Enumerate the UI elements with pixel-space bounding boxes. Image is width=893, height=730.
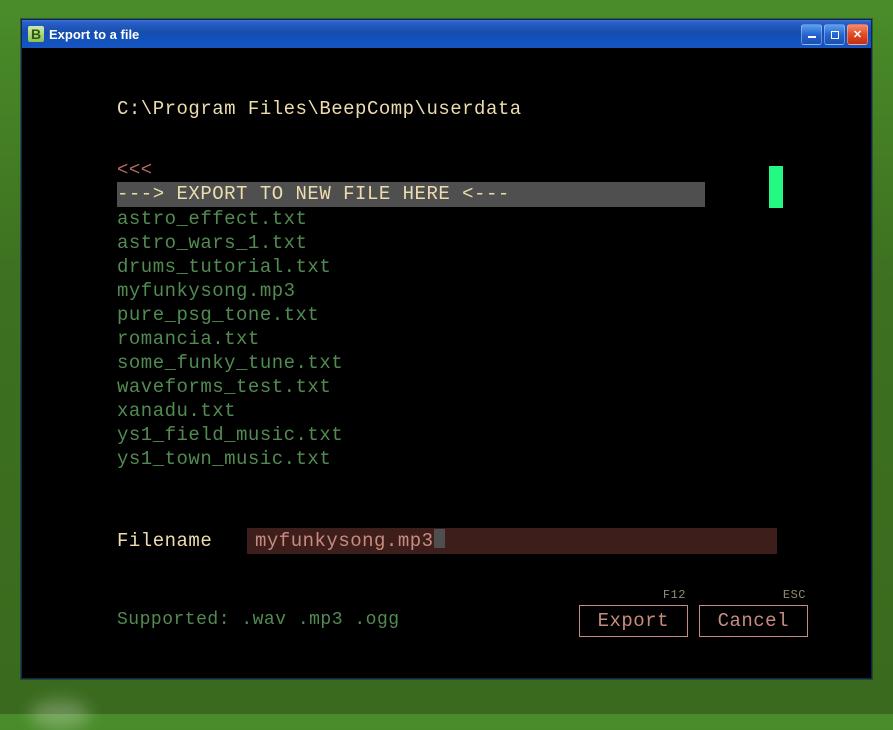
minimize-button[interactable] <box>801 24 822 45</box>
new-export-here-row[interactable]: ---> EXPORT TO NEW FILE HERE <--- <box>117 182 705 207</box>
minimize-icon <box>808 36 816 38</box>
file-row[interactable]: pure_psg_tone.txt <box>117 303 778 327</box>
cancel-button[interactable]: Cancel <box>699 605 808 637</box>
filename-label: Filename <box>117 530 247 552</box>
window-title: Export to a file <box>49 27 801 42</box>
supported-formats: Supported: .wav .mp3 .ogg <box>117 610 400 630</box>
file-row[interactable]: waveforms_test.txt <box>117 375 778 399</box>
cancel-shortcut-hint: ESC <box>783 588 806 602</box>
titlebar[interactable]: B Export to a file ✕ <box>22 20 871 48</box>
file-row[interactable]: myfunkysong.mp3 <box>117 279 778 303</box>
parent-directory-row[interactable]: <<< <box>117 158 778 182</box>
client-area: C:\Program Files\BeepComp\userdata <<< -… <box>25 48 868 675</box>
file-row[interactable]: ys1_field_music.txt <box>117 423 778 447</box>
file-row[interactable]: ys1_town_music.txt <box>117 447 778 471</box>
file-row[interactable]: romancia.txt <box>117 327 778 351</box>
maximize-button[interactable] <box>824 24 845 45</box>
close-button[interactable]: ✕ <box>847 24 868 45</box>
text-cursor <box>434 529 445 548</box>
scrollbar[interactable] <box>769 166 783 466</box>
filename-row: Filename myfunkysong.mp3 <box>117 528 777 554</box>
scrollbar-thumb[interactable] <box>769 166 783 208</box>
file-row[interactable]: astro_wars_1.txt <box>117 231 778 255</box>
file-row[interactable]: some_funky_tune.txt <box>117 351 778 375</box>
app-icon: B <box>28 26 44 42</box>
close-icon: ✕ <box>853 28 862 41</box>
file-row[interactable]: astro_effect.txt <box>117 207 778 231</box>
filename-input[interactable]: myfunkysong.mp3 <box>247 528 777 554</box>
file-row[interactable]: drums_tutorial.txt <box>117 255 778 279</box>
maximize-icon <box>831 31 839 39</box>
export-dialog-window: B Export to a file ✕ C:\Program Files\Be… <box>21 19 872 679</box>
export-button[interactable]: Export <box>579 605 688 637</box>
export-shortcut-hint: F12 <box>663 588 686 602</box>
file-row[interactable]: xanadu.txt <box>117 399 778 423</box>
file-list: <<< ---> EXPORT TO NEW FILE HERE <--- as… <box>117 158 778 471</box>
current-path: C:\Program Files\BeepComp\userdata <box>117 98 522 120</box>
